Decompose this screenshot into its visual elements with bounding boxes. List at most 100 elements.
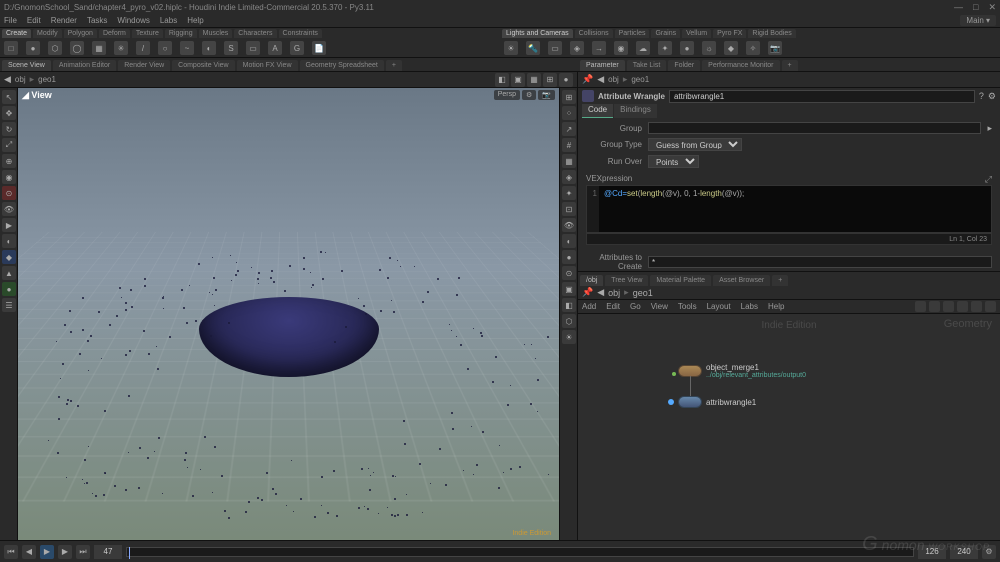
tab-folder[interactable]: Folder (668, 60, 700, 71)
net-menu-go[interactable]: Go (630, 302, 641, 311)
path-back-icon[interactable]: ◀ (4, 74, 11, 85)
display-icon[interactable]: ☀ (562, 330, 576, 344)
display-points-icon[interactable]: ⁘ (562, 106, 576, 120)
timeline-track[interactable] (126, 547, 914, 557)
param-attrcreate-input[interactable] (648, 256, 992, 268)
path-crumb[interactable]: obj (608, 75, 619, 84)
param-tab-bindings[interactable]: Bindings (614, 104, 657, 118)
node-attribwrangle[interactable]: attribwrangle1 (678, 396, 756, 408)
tab-anim-editor[interactable]: Animation Editor (53, 60, 116, 71)
tool-camera-icon[interactable]: 📷 (768, 41, 782, 55)
tool-light-icon[interactable]: ✧ (746, 41, 760, 55)
tool-icon[interactable]: ◐ (202, 41, 216, 55)
viewport-camera-icon[interactable]: 📷 (538, 90, 555, 100)
vp-shaded-icon[interactable]: ● (559, 73, 573, 87)
tool-pointlight-icon[interactable]: ☀ (504, 41, 518, 55)
tool-arealight-icon[interactable]: ▭ (548, 41, 562, 55)
gear-icon[interactable]: ⚙ (988, 91, 996, 102)
tool-geolight-icon[interactable]: ◈ (570, 41, 584, 55)
display-icon[interactable]: ▦ (562, 154, 576, 168)
shelf-tab[interactable]: Particles (615, 29, 650, 38)
vex-expand-icon[interactable]: ⤢ (985, 174, 992, 185)
vp-sel-icon[interactable]: ▣ (511, 73, 525, 87)
node-object-merge[interactable]: object_merge1 ../obj/relevant_attributes… (678, 362, 806, 379)
net-tool-icon[interactable] (929, 301, 940, 312)
tab-network[interactable]: /obj (580, 275, 603, 286)
path-crumb-obj[interactable]: obj (15, 75, 26, 84)
viewport-settings-icon[interactable]: ⚙ (522, 90, 536, 100)
net-menu-layout[interactable]: Layout (707, 302, 731, 311)
tool-file-icon[interactable]: 📄 (312, 41, 326, 55)
tool-render-icon[interactable]: ▶ (2, 218, 16, 232)
net-tool-icon[interactable] (971, 301, 982, 312)
timeline-next-button[interactable]: ▶ (58, 545, 72, 559)
tab-composite-view[interactable]: Composite View (172, 60, 234, 71)
param-tab-code[interactable]: Code (582, 104, 613, 118)
tool-icon[interactable]: ☰ (2, 298, 16, 312)
timeline-first-button[interactable]: ⏮ (4, 545, 18, 559)
tool-rotate-icon[interactable]: ↻ (2, 122, 16, 136)
shelf-tab[interactable]: Collisions (575, 29, 613, 38)
shelf-tab[interactable]: Polygon (64, 29, 97, 38)
tab-geo-spreadsheet[interactable]: Geometry Spreadsheet (300, 60, 384, 71)
tool-icon[interactable]: ● (2, 282, 16, 296)
tool-icon[interactable]: ▲ (2, 266, 16, 280)
network-canvas[interactable]: Indie Edition Geometry object_merge1 ../… (578, 314, 1000, 540)
node-body[interactable] (678, 365, 702, 377)
menu-windows[interactable]: Windows (117, 16, 149, 25)
back-icon[interactable]: ◀ (597, 74, 604, 85)
tool-icon[interactable]: ◐ (2, 234, 16, 248)
shelf-tab-lights[interactable]: Lights and Cameras (502, 29, 573, 38)
net-menu-edit[interactable]: Edit (606, 302, 620, 311)
tab-motionfx-view[interactable]: Motion FX View (237, 60, 298, 71)
display-icon[interactable]: ▣ (562, 282, 576, 296)
timeline-prev-button[interactable]: ◀ (22, 545, 36, 559)
tool-spotlight-icon[interactable]: 🔦 (526, 41, 540, 55)
shelf-tab[interactable]: Constraints (279, 29, 322, 38)
close-button[interactable]: ✕ (988, 2, 996, 13)
vex-code-editor[interactable]: 1 @Cd=set(length(@v), 0, 1-length(@v)); (586, 185, 992, 233)
tab-material-palette[interactable]: Material Palette (650, 275, 711, 286)
tool-tumble-icon[interactable]: ◉ (2, 170, 16, 184)
vp-wireframe-icon[interactable]: ⊞ (543, 73, 557, 87)
tool-sphere-icon[interactable]: ● (26, 41, 40, 55)
shelf-tab[interactable]: Modify (33, 29, 62, 38)
pin-icon[interactable]: 📌 (582, 74, 593, 85)
scene-viewport[interactable]: ◢ View Persp ⚙ 📷 Indie Edition (18, 88, 559, 540)
tool-envlight-icon[interactable]: ◉ (614, 41, 628, 55)
viewport-camera-menu[interactable]: Persp (494, 90, 520, 100)
tool-scale-icon[interactable]: ⤢ (2, 138, 16, 152)
menu-edit[interactable]: Edit (27, 16, 41, 25)
path-crumb[interactable]: geo1 (633, 288, 653, 298)
net-tool-icon[interactable] (985, 301, 996, 312)
tool-box-icon[interactable]: □ (4, 41, 18, 55)
tool-icon[interactable]: G (290, 41, 304, 55)
display-icon[interactable]: ◈ (562, 170, 576, 184)
param-group-input[interactable] (648, 122, 981, 134)
path-crumb-geo[interactable]: geo1 (38, 75, 56, 84)
tool-icon[interactable]: ◆ (2, 250, 16, 264)
tool-icon[interactable]: S (224, 41, 238, 55)
end-frame-input[interactable]: 240 (950, 545, 978, 559)
display-icon[interactable]: ● (562, 250, 576, 264)
display-icon[interactable]: ◐ (562, 234, 576, 248)
net-tool-icon[interactable] (957, 301, 968, 312)
tool-light-icon[interactable]: ● (680, 41, 694, 55)
tool-icon[interactable]: ▭ (246, 41, 260, 55)
group-picker-icon[interactable]: ▸ (987, 123, 992, 134)
tool-distantlight-icon[interactable]: → (592, 41, 606, 55)
display-icon[interactable]: ⬡ (562, 314, 576, 328)
tool-select-icon[interactable]: ↖ (2, 90, 16, 104)
menu-labs[interactable]: Labs (160, 16, 177, 25)
display-geo-icon[interactable]: ⊞ (562, 90, 576, 104)
tab-add[interactable]: + (772, 275, 788, 286)
tool-null-icon[interactable]: ✳ (114, 41, 128, 55)
net-menu-labs[interactable]: Labs (741, 302, 758, 311)
shelf-tab[interactable]: Grains (651, 29, 680, 38)
back-icon[interactable]: ◀ (597, 287, 604, 298)
node-body[interactable] (678, 396, 702, 408)
menu-tasks[interactable]: Tasks (87, 16, 107, 25)
tool-line-icon[interactable]: / (136, 41, 150, 55)
shelf-tab[interactable]: Texture (132, 29, 163, 38)
tab-render-view[interactable]: Render View (118, 60, 170, 71)
